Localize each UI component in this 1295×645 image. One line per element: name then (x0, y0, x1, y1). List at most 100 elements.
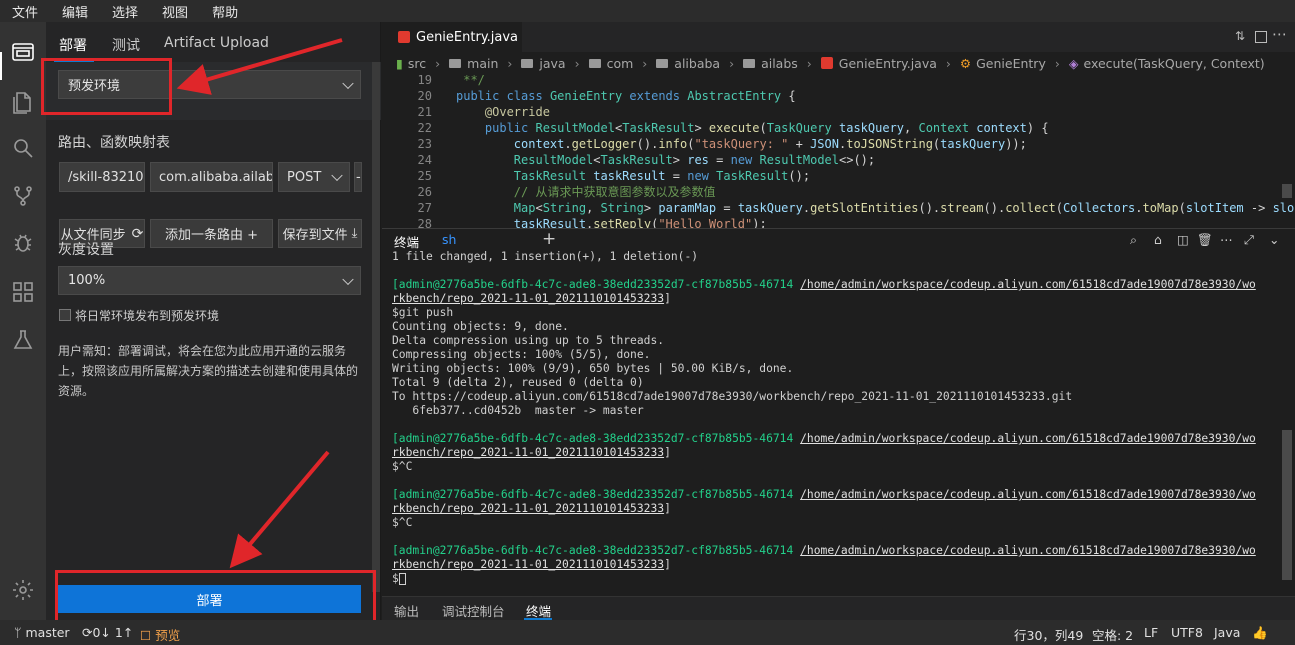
debug-icon[interactable] (9, 228, 37, 256)
route-path-input[interactable]: /skill-83210 (59, 162, 145, 192)
source-control-icon[interactable] (9, 182, 37, 210)
tab-terminal[interactable]: 终端 (394, 232, 419, 251)
trash-icon[interactable]: 🗑 (1197, 232, 1213, 248)
publish-checkbox[interactable] (59, 309, 71, 321)
menu-view[interactable]: 视图 (162, 2, 188, 21)
java-file-icon (398, 31, 410, 43)
tab-debug-console[interactable]: 调试控制台 (442, 601, 505, 620)
terminal-line: Total 9 (delta 2), reused 0 (delta 0) (392, 376, 644, 389)
tab-artifact-upload[interactable]: Artifact Upload (164, 35, 269, 51)
preview-indicator[interactable]: ☐ 预览 (140, 625, 180, 644)
terminal-line: $^C (392, 460, 413, 473)
tab-sh[interactable]: sh (442, 232, 456, 247)
terminal-header: 终端 sh + ⌕ ⌂ ◫ 🗑 ⋯ ⤢ ⌄ (382, 228, 1295, 250)
feedback-icon[interactable]: 👍 (1252, 625, 1268, 641)
route-remove-button[interactable]: - (354, 162, 362, 192)
indentation[interactable]: 空格: 2 (1092, 625, 1133, 644)
crumb-src[interactable]: src (408, 56, 426, 71)
chevron-down-icon[interactable]: ⌄ (1269, 232, 1279, 247)
add-route-button[interactable]: 添加一条路由 + (150, 219, 273, 248)
more-actions-icon[interactable]: ⋯ (1272, 25, 1287, 43)
line-number: 23 (417, 137, 432, 151)
route-class-input[interactable]: com.alibaba.ailabs (150, 162, 273, 192)
tab-genieentry-label: GenieEntry.java (416, 29, 519, 45)
code-line: public class GenieEntry extends Abstract… (456, 89, 796, 103)
terminal-tools-icon[interactable]: ⌂ (1154, 232, 1162, 247)
breadcrumb: ▮ src › main › java › com › alibaba › ailabs ›… (382, 52, 1295, 74)
gear-icon[interactable] (9, 576, 37, 604)
split-terminal-icon[interactable]: ◫ (1177, 232, 1189, 247)
highlight-box-deploy (55, 570, 376, 624)
gray-select-value: 100% (68, 273, 106, 288)
extensions-icon[interactable] (9, 278, 37, 306)
terminal-line: Writing objects: 100% (9/9), 650 bytes |… (392, 362, 794, 375)
flask-icon[interactable] (9, 326, 37, 354)
terminal-line: rkbench/repo_2021-11-01_2021110101453233… (392, 446, 671, 459)
terminal-line: rkbench/repo_2021-11-01_2021110101453233… (392, 292, 671, 305)
explorer-icon[interactable] (9, 88, 37, 116)
folder-green-icon: ▮ (396, 55, 403, 71)
crumb-file[interactable]: GenieEntry.java (839, 56, 937, 71)
code-line: taskResult.setReply("Hello World"); (513, 217, 767, 228)
terminal-line: 1 file changed, 1 insertion(+), 1 deleti… (392, 250, 699, 263)
menu-select[interactable]: 选择 (112, 2, 138, 21)
crumb-main[interactable]: main (467, 56, 498, 71)
branch-indicator[interactable]: ᛘ master (14, 625, 70, 640)
terminal-line: Compressing objects: 100% (5/5), done. (392, 348, 651, 361)
folder-icon (656, 58, 669, 68)
crumb-class[interactable]: GenieEntry (976, 56, 1046, 71)
compare-icon[interactable]: ⇅ (1235, 29, 1245, 43)
add-terminal-icon[interactable]: + (542, 229, 556, 249)
code-line: @Override (484, 105, 550, 119)
folder-icon (521, 58, 534, 68)
line-number: 26 (417, 185, 432, 199)
sync-indicator[interactable]: ⟳0↓ 1↑ (82, 625, 133, 640)
terminal-line: 6feb377..cd0452b master -> master (392, 404, 644, 417)
crumb-alibaba[interactable]: alibaba (674, 56, 720, 71)
menu-file[interactable]: 文件 (12, 2, 38, 21)
active-indicator (0, 52, 2, 80)
split-editor-icon[interactable] (1255, 31, 1267, 43)
java-file-icon (820, 57, 833, 69)
crumb-method[interactable]: execute(TaskQuery, Context) (1083, 56, 1264, 71)
terminal-prompt: [admin@2776a5be-6dfb-4c7c-ade8-38edd2335… (392, 432, 1256, 445)
terminal-scrollbar[interactable] (1282, 430, 1292, 580)
refresh-icon: ⟳ (131, 225, 144, 242)
menu-edit[interactable]: 编辑 (62, 2, 88, 21)
route-method-select[interactable]: POST (278, 162, 350, 192)
deploy-panel-icon[interactable] (9, 38, 37, 66)
class-icon: ⚙ (959, 55, 972, 71)
terminal-output[interactable]: 1 file changed, 1 insertion(+), 1 deleti… (382, 250, 1295, 596)
tab-genieentry[interactable]: GenieEntry.java (382, 22, 522, 52)
more-icon[interactable]: ⋯ (1220, 232, 1233, 247)
line-number: 28 (417, 217, 432, 228)
crumb-java[interactable]: java (539, 56, 565, 71)
gray-select[interactable]: 100% (58, 266, 361, 295)
save-to-file-button[interactable]: 保存到文件 ⤓ (278, 219, 362, 248)
tab-output[interactable]: 输出 (394, 601, 419, 620)
crumb-com[interactable]: com (607, 56, 634, 71)
line-ending[interactable]: LF (1144, 625, 1158, 640)
code-scrollbar[interactable] (1282, 184, 1292, 198)
code-line: ResultModel<TaskResult> res = new Result… (513, 153, 876, 167)
language-mode[interactable]: Java (1214, 625, 1240, 640)
download-icon: ⤓ (351, 226, 358, 241)
bottom-panel-tabs: 输出 调试控制台 终端 (382, 596, 1295, 620)
tab-test[interactable]: 测试 (112, 35, 140, 55)
line-number: 25 (417, 169, 432, 183)
encoding[interactable]: UTF8 (1171, 625, 1203, 640)
folder-icon (449, 58, 462, 68)
search-icon[interactable] (9, 134, 37, 162)
search-icon[interactable]: ⌕ (1130, 232, 1137, 248)
terminal-line: rkbench/repo_2021-11-01_2021110101453233… (392, 502, 671, 515)
terminal-line: To https://codeup.aliyun.com/61518cd7ade… (392, 390, 1073, 403)
terminal-cursor (398, 573, 406, 585)
maximize-icon[interactable]: ⤢ (1244, 232, 1254, 248)
folder-icon (743, 58, 756, 68)
cursor-position[interactable]: 行30，列49 (1014, 625, 1083, 644)
menu-help[interactable]: 帮助 (212, 2, 238, 21)
crumb-ailabs[interactable]: ailabs (761, 56, 798, 71)
code-editor[interactable]: 19 **/ 20 public class GenieEntry extends… (382, 74, 1295, 228)
side-scrollbar[interactable] (372, 62, 380, 592)
tab-deploy[interactable]: 部署 (59, 35, 87, 55)
